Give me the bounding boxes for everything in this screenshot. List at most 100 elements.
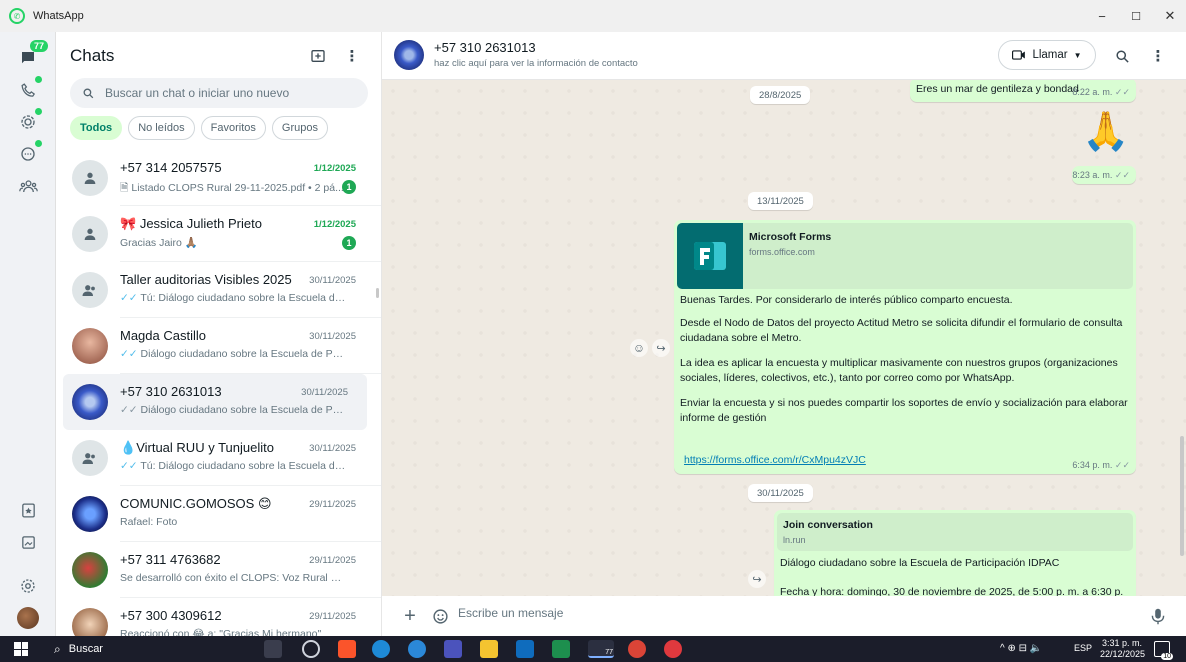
forward-button[interactable]: ↪ xyxy=(652,339,670,357)
default-contact-avatar xyxy=(72,160,108,196)
chat-menu-button[interactable]: ⋮ xyxy=(1146,44,1170,68)
message-time: 8:22 a. m. xyxy=(1072,87,1113,97)
communities-nav-button[interactable] xyxy=(14,172,42,200)
notification-count: 10 xyxy=(1161,653,1173,660)
link-preview-title: Microsoft Forms xyxy=(749,231,832,243)
app-icon[interactable] xyxy=(664,640,682,658)
react-emoji-button[interactable]: ☺ xyxy=(630,339,648,357)
tray-icons[interactable]: ^ ⊕ ⊟ 🔈 xyxy=(1000,643,1042,654)
chat-row[interactable]: 💧Virtual RUU y Tunjuelito 30/11/2025 ✓✓ … xyxy=(56,430,381,486)
file-explorer-icon[interactable] xyxy=(480,640,498,658)
contact-name[interactable]: +57 310 2631013 xyxy=(434,40,536,55)
filter-all[interactable]: Todos xyxy=(70,116,123,140)
filter-favorites[interactable]: Favoritos xyxy=(200,116,266,140)
whatsapp-taskbar-icon[interactable]: 77 xyxy=(588,640,614,658)
chat-preview: Gracias Jairo 🙏🏽 xyxy=(120,237,198,249)
link-preview-card[interactable]: Join conversation ln.run xyxy=(777,513,1133,551)
maximize-button[interactable]: ☐ xyxy=(1119,0,1153,32)
forward-button[interactable]: ↪ xyxy=(748,570,766,588)
chat-list-menu-button[interactable]: ⋮ xyxy=(340,44,364,68)
voice-message-button[interactable] xyxy=(1146,604,1170,628)
teams-icon[interactable] xyxy=(444,640,462,658)
chat-row[interactable]: Magda Castillo 30/11/2025 ✓✓ Diálogo ciu… xyxy=(56,318,381,374)
new-chat-button[interactable] xyxy=(306,44,330,68)
close-button[interactable]: ✕ xyxy=(1153,0,1186,32)
windows-logo-icon xyxy=(14,642,21,649)
document-icon: 🗎 xyxy=(120,182,129,194)
delivered-receipt-icon: ✓✓ xyxy=(120,404,138,416)
clock-date[interactable]: 22/12/2025 xyxy=(1100,649,1145,659)
contact-info-hint[interactable]: haz clic aquí para ver la información de… xyxy=(434,58,638,69)
starred-nav-button[interactable] xyxy=(14,496,42,524)
message-input[interactable] xyxy=(458,606,1058,620)
attach-button[interactable]: + xyxy=(398,604,422,628)
chat-row[interactable]: +57 314 2057575 1/12/2025 🗎 Listado CLOP… xyxy=(56,150,381,206)
brave-browser-icon[interactable] xyxy=(338,640,356,658)
taskbar-search[interactable]: ⌕ Buscar xyxy=(48,636,248,662)
communities-icon xyxy=(18,179,38,192)
notification-center-button[interactable]: 10 xyxy=(1154,641,1173,660)
chat-rows: +57 314 2057575 1/12/2025 🗎 Listado CLOP… xyxy=(56,150,381,636)
chrome-icon[interactable] xyxy=(628,640,646,658)
channels-nav-button[interactable] xyxy=(14,140,42,168)
messages-scrollbar[interactable] xyxy=(1180,436,1184,556)
microphone-icon xyxy=(1151,608,1165,624)
chat-search-box[interactable] xyxy=(70,78,368,108)
excel-icon[interactable] xyxy=(552,640,570,658)
chat-preview-text: Diálogo ciudadano sobre la Escuela de Pa… xyxy=(140,404,346,416)
emoji-message[interactable]: 🙏 xyxy=(1082,110,1129,154)
message-meta: 6:34 p. m. ✓✓ xyxy=(1072,460,1130,471)
input-language[interactable]: ESP xyxy=(1074,643,1092,653)
start-button[interactable] xyxy=(14,642,28,656)
chat-date: 1/12/2025 xyxy=(313,163,356,174)
chats-nav-button[interactable]: 77 xyxy=(14,40,48,72)
microsoft-forms-logo-icon xyxy=(694,242,726,270)
profile-nav-button[interactable] xyxy=(14,604,42,632)
calls-nav-button[interactable] xyxy=(14,76,42,104)
link-preview-card[interactable]: Microsoft Forms forms.office.com xyxy=(677,223,1133,289)
chevron-down-icon: ▼ xyxy=(1073,50,1082,60)
chat-search-input[interactable] xyxy=(105,86,345,100)
sticker-button[interactable] xyxy=(428,604,452,628)
status-nav-button[interactable] xyxy=(14,108,42,136)
outlook-icon[interactable] xyxy=(516,640,534,658)
conversation-header[interactable]: +57 310 2631013 haz clic aquí para ver l… xyxy=(382,32,1186,80)
chat-row[interactable]: +57 311 4763682 29/11/2025 Se desarrolló… xyxy=(56,542,381,598)
whatsapp-taskbar-badge: 77 xyxy=(605,649,613,656)
survey-link[interactable]: https://forms.office.com/r/CxMpu4zVJC xyxy=(684,454,866,466)
clock-app-icon[interactable] xyxy=(302,640,320,658)
outgoing-message[interactable]: Microsoft Forms forms.office.com Buenas … xyxy=(674,220,1136,474)
filter-unread[interactable]: No leídos xyxy=(128,116,195,140)
chat-row[interactable]: 🎀 Jessica Julieth Prieto 1/12/2025 Graci… xyxy=(56,206,381,262)
chat-row[interactable]: COMUNIC.GOMOSOS 😊 29/11/2025 Rafael: Fot… xyxy=(56,486,381,542)
message-area[interactable]: Eres un mar de gentileza y bondad 8:22 a… xyxy=(382,80,1186,596)
chat-name: +57 310 2631013 xyxy=(120,384,222,399)
message-text: Buenas Tardes. Por considerarlo de inter… xyxy=(680,293,1132,436)
outgoing-message[interactable]: Eres un mar de gentileza y bondad 8:22 a… xyxy=(910,80,1136,102)
filter-groups[interactable]: Grupos xyxy=(271,116,328,140)
chat-row-selected[interactable]: +57 310 2631013 30/11/2025 ✓✓ Diálogo ci… xyxy=(63,374,367,430)
droplet-icon: 💧 xyxy=(120,440,137,455)
new-chat-icon xyxy=(311,50,325,62)
link-preview-domain: forms.office.com xyxy=(749,247,815,257)
edge-browser-icon[interactable] xyxy=(372,640,390,658)
message-paragraph: Diálogo ciudadano sobre la Escuela de Pa… xyxy=(780,557,1060,569)
message-meta: 8:22 a. m. ✓✓ xyxy=(1072,87,1130,98)
chat-row[interactable]: Taller auditorias Visibles 2025 30/11/20… xyxy=(56,262,381,318)
settings-nav-button[interactable] xyxy=(14,572,42,600)
edge-profile-icon[interactable] xyxy=(408,640,426,658)
message-paragraph: Desde el Nodo de Datos del proyecto Acti… xyxy=(680,317,1123,344)
contact-avatar[interactable] xyxy=(394,40,424,70)
chat-row[interactable]: +57 300 4309612 29/11/2025 Reaccionó con… xyxy=(56,598,381,636)
clock-time[interactable]: 3:31 p. m. xyxy=(1102,638,1142,648)
call-button[interactable]: Llamar ▼ xyxy=(998,40,1096,70)
minimize-button[interactable]: − xyxy=(1085,0,1119,32)
chat-list-scrollbar[interactable] xyxy=(376,288,379,298)
chat-name: +57 314 2057575 xyxy=(120,160,222,175)
archived-nav-button[interactable] xyxy=(14,528,42,556)
chat-name-text: Virtual RUU y Tunjuelito xyxy=(136,440,274,455)
search-in-chat-button[interactable] xyxy=(1110,44,1134,68)
contact-photo-avatar xyxy=(72,384,108,420)
outgoing-message[interactable]: Join conversation ln.run Diálogo ciudada… xyxy=(774,510,1136,596)
task-view-icon[interactable] xyxy=(264,640,282,658)
